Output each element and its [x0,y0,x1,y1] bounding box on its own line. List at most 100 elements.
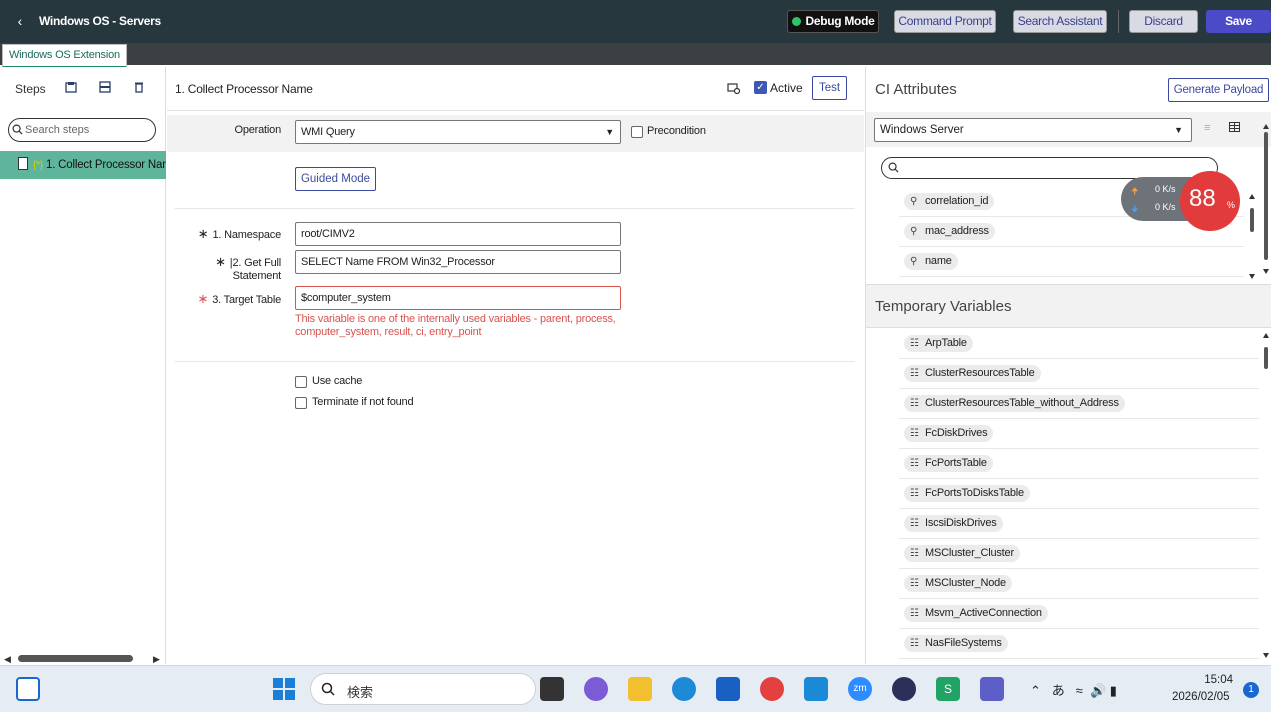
task-view-icon[interactable] [540,677,564,701]
step-list-item[interactable]: {*} 1. Collect Processor Name [0,151,166,179]
temporary-variables-list: ☷ ArpTable ☷ ClusterResourcesTable ☷ ClusterR… [866,329,1271,664]
save-button[interactable]: Save [1206,10,1271,33]
temporary-variable-row[interactable]: ☷ FcPortsTable [899,449,1259,479]
namespace-label: ∗ 1. Namespace [197,226,281,241]
temporary-variable-label: NasFileSystems [925,637,1002,649]
zoom-icon[interactable]: zm [848,677,872,701]
active-checkbox[interactable]: ✓ [754,81,767,94]
temporary-variable-pill[interactable]: ☷ MSCluster_Cluster [904,545,1020,562]
temporary-variable-row[interactable]: ☷ ClusterResourcesTable [899,359,1259,389]
horizontal-scrollbar[interactable]: ◀ ▶ [0,653,166,665]
namespace-input[interactable]: root/CIMV2 [295,222,621,246]
temporary-variable-pill[interactable]: ☷ MSCluster_Node [904,575,1012,592]
use-cache-checkbox[interactable] [295,376,307,388]
meet-icon[interactable] [584,677,608,701]
back-icon[interactable]: ‹ [12,12,28,30]
wifi-icon[interactable]: ≈ [1076,683,1083,698]
scroll-left-icon[interactable]: ◀ [4,654,11,665]
temporary-variable-label: FcPortsTable [925,457,987,469]
ci-attribute-search-input[interactable] [881,157,1218,179]
attribute-row[interactable]: ⚲ name [899,247,1244,277]
search-steps-input[interactable]: Search steps [8,118,156,142]
spreadsheet-icon[interactable]: S [936,677,960,701]
temporary-variable-pill[interactable]: ☷ ClusterResourcesTable_without_Address [904,395,1125,412]
temporary-variable-pill[interactable]: ☷ IscsiDiskDrives [904,515,1003,532]
chevron-up-icon[interactable]: ⌃ [1030,683,1041,698]
validation-error: This variable is one of the internally u… [295,313,616,338]
debug-mode-button[interactable]: Debug Mode [787,10,879,33]
document-icon [18,157,28,170]
attribute-pill[interactable]: ⚲ mac_address [904,223,995,240]
attribute-pill[interactable]: ⚲ correlation_id [904,193,995,210]
delete-step-icon[interactable] [133,81,145,93]
temporary-variable-label: FcDiskDrives [925,427,988,439]
table-icon: ☷ [910,638,919,649]
teams-icon[interactable] [980,677,1004,701]
system-tray[interactable]: ⌃ あ ≈ 🔊 ▮ [1030,680,1117,699]
temporary-variable-row[interactable]: ☷ IscsiDiskDrives [899,509,1259,539]
tab-windows-os-extension[interactable]: Windows OS Extension [2,44,127,68]
generate-payload-button[interactable]: Generate Payload [1168,78,1269,102]
command-prompt-button[interactable]: Command Prompt [894,10,996,33]
cpu-usage-badge[interactable]: 88 % [1180,171,1240,231]
temporary-variable-row[interactable]: ☷ ClusterResourcesTable_without_Address [899,389,1259,419]
temporary-variables-scrollbar[interactable] [1262,333,1270,658]
temporary-variable-row[interactable]: ☷ ArpTable [899,329,1259,359]
attributes-scrollbar[interactable] [1248,194,1256,279]
key-icon: ⚲ [910,226,918,237]
ime-indicator[interactable]: あ [1052,683,1065,698]
scroll-right-icon[interactable]: ▶ [153,654,160,665]
table-view-icon[interactable] [1229,121,1240,135]
guided-mode-button[interactable]: Guided Mode [295,167,376,191]
step-item-label: 1. Collect Processor Name [46,159,166,171]
operation-label: Operation [234,124,281,136]
terminal-icon[interactable] [892,677,916,701]
volume-icon[interactable]: 🔊 [1090,683,1106,698]
use-cache-label: Use cache [312,375,363,387]
temporary-variable-pill[interactable]: ☷ ArpTable [904,335,973,352]
battery-icon[interactable]: ▮ [1110,683,1117,698]
temporary-variable-row[interactable]: ☷ Msvm_ActiveConnection [899,599,1259,629]
table-icon: ☷ [910,338,919,349]
taskbar-search[interactable]: 検索 [310,673,536,705]
widgets-icon[interactable] [16,677,40,701]
chrome-icon[interactable] [760,677,784,701]
temporary-variable-row[interactable]: ☷ FcPortsToDisksTable [899,479,1259,509]
terminate-checkbox[interactable] [295,397,307,409]
edge-icon[interactable] [672,677,696,701]
clock-time[interactable]: 15:04 [1203,674,1233,686]
filter-icon[interactable]: ≡ [1204,122,1210,134]
discard-button[interactable]: Discard [1129,10,1198,33]
test-button[interactable]: Test [812,76,847,100]
temporary-variable-pill[interactable]: ☷ FcPortsTable [904,455,993,472]
temporary-variable-row[interactable]: ☷ MSCluster_Node [899,569,1259,599]
ci-type-select[interactable]: Windows Server ▼ [874,118,1192,142]
store-icon[interactable] [716,677,740,701]
statement-input[interactable]: SELECT Name FROM Win32_Processor [295,250,621,274]
search-assistant-button[interactable]: Search Assistant [1013,10,1107,33]
temporary-variable-row[interactable]: ☷ NasFileSystems [899,629,1259,659]
variables-icon[interactable] [727,81,741,95]
scrollbar-thumb[interactable] [18,655,133,662]
start-menu-icon[interactable] [272,677,296,701]
temporary-variable-pill[interactable]: ☷ NasFileSystems [904,635,1008,652]
file-explorer-icon[interactable] [628,677,652,701]
panel-scrollbar[interactable] [1262,124,1270,274]
target-table-input[interactable]: $computer_system [295,286,621,310]
temporary-variable-row[interactable]: ☷ MSCluster_Cluster [899,539,1259,569]
table-icon: ☷ [910,428,919,439]
temporary-variable-row[interactable]: ☷ FcDiskDrives [899,419,1259,449]
save-step-icon[interactable] [99,81,111,93]
temporary-variable-pill[interactable]: ☷ ClusterResourcesTable [904,365,1041,382]
attribute-pill[interactable]: ⚲ name [904,253,958,270]
clock-date[interactable]: 2026/02/05 [1172,691,1230,703]
notepad-icon[interactable] [804,677,828,701]
notification-badge[interactable]: 1 [1243,682,1259,698]
operation-select[interactable]: WMI Query ▼ [295,120,621,144]
temporary-variable-pill[interactable]: ☷ FcPortsToDisksTable [904,485,1030,502]
temporary-variable-pill[interactable]: ☷ FcDiskDrives [904,425,994,442]
precondition-checkbox[interactable] [631,126,643,138]
key-icon: ⚲ [910,196,918,207]
add-step-icon[interactable] [65,81,77,93]
temporary-variable-pill[interactable]: ☷ Msvm_ActiveConnection [904,605,1048,622]
